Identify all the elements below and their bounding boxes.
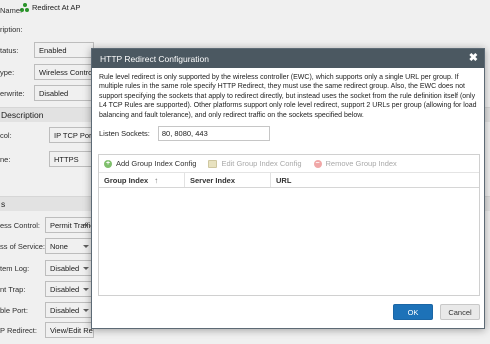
- remove-icon: −: [313, 159, 322, 168]
- column-server-index[interactable]: Server Index: [185, 173, 271, 187]
- column-url-label: URL: [276, 175, 292, 185]
- column-group-index-label: Group Index: [104, 175, 149, 185]
- column-url[interactable]: URL: [271, 173, 479, 187]
- grid-toolbar: + Add Group Index Config Edit Group Inde…: [99, 155, 479, 173]
- ok-button[interactable]: OK: [393, 304, 433, 320]
- sort-ascending-icon: ↑: [154, 175, 159, 185]
- dialog-footer: OK Cancel: [92, 296, 484, 328]
- dialog-description: Rule level redirect is only supported by…: [99, 74, 477, 119]
- dialog-title: HTTP Redirect Configuration: [100, 53, 209, 64]
- close-icon[interactable]: ✖: [469, 53, 478, 64]
- remove-group-index-button[interactable]: − Remove Group Index: [313, 159, 397, 168]
- add-group-index-button[interactable]: + Add Group Index Config: [104, 159, 196, 168]
- listen-sockets-label: Listen Sockets:: [99, 129, 150, 139]
- column-server-index-label: Server Index: [190, 175, 236, 185]
- listen-sockets-row: Listen Sockets:: [99, 126, 484, 142]
- dialog-header: HTTP Redirect Configuration ✖: [92, 49, 484, 68]
- edit-icon: [208, 159, 218, 168]
- group-index-grid: + Add Group Index Config Edit Group Inde…: [98, 154, 480, 296]
- add-group-index-label: Add Group Index Config: [116, 159, 197, 168]
- grid-header: Group Index ↑ Server Index URL: [99, 173, 479, 188]
- add-icon: +: [104, 159, 112, 168]
- listen-sockets-input[interactable]: [157, 126, 270, 142]
- edit-group-index-button[interactable]: Edit Group Index Config: [208, 159, 302, 168]
- cancel-button[interactable]: Cancel: [440, 304, 480, 320]
- remove-group-index-label: Remove Group Index: [325, 159, 397, 168]
- column-group-index[interactable]: Group Index ↑: [99, 173, 185, 187]
- http-redirect-dialog: HTTP Redirect Configuration ✖ Rule level…: [91, 48, 485, 329]
- edit-group-index-label: Edit Group Index Config: [221, 159, 302, 168]
